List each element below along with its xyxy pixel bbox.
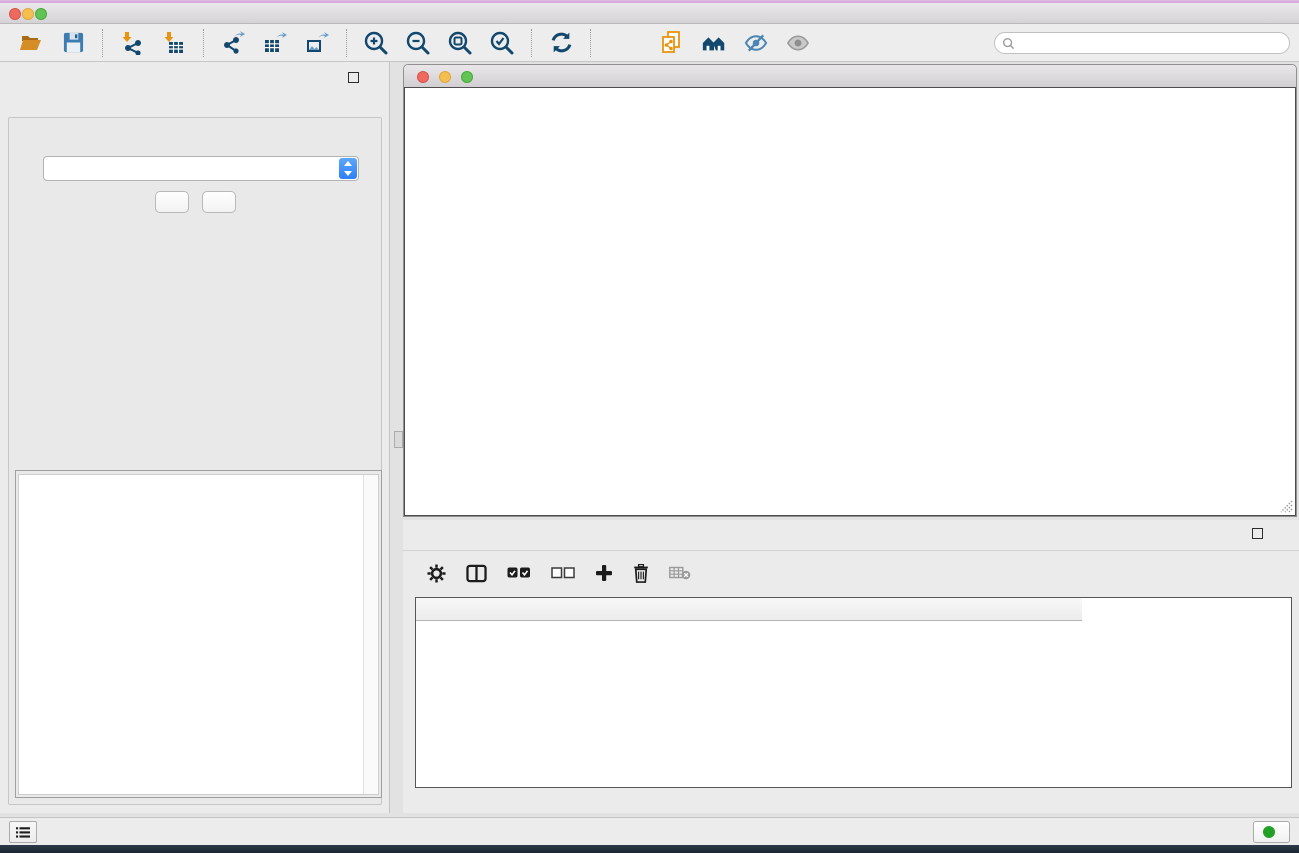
export-table-icon [263, 31, 287, 55]
eye-icon [785, 31, 811, 55]
search-icon [1002, 37, 1015, 50]
main-titlebar [0, 3, 1299, 24]
checked-boxes-icon [507, 567, 531, 579]
network-window-titlebar [404, 65, 1296, 88]
delete-table-icon [669, 566, 691, 580]
open-session-button[interactable] [18, 29, 44, 57]
unselect-all-columns-button[interactable] [551, 567, 575, 579]
zoom-out-icon [405, 30, 431, 56]
export-image-button[interactable] [304, 29, 330, 57]
refresh-layout-button[interactable] [548, 29, 574, 57]
hide-selected-button[interactable] [743, 29, 769, 57]
table-header-row [416, 598, 1082, 621]
minimize-view-button[interactable] [439, 71, 451, 83]
search-input[interactable] [1019, 34, 1289, 52]
close-window-button[interactable] [9, 8, 21, 20]
zoom-fit-icon [447, 30, 473, 56]
houses-icon [701, 31, 727, 55]
refresh-icon [549, 30, 574, 55]
search-field [994, 32, 1290, 54]
control-panel [0, 62, 390, 813]
export-network-icon [221, 31, 245, 55]
zoom-in-button[interactable] [363, 29, 389, 57]
run-mcds-button[interactable] [155, 191, 189, 213]
select-all-columns-button[interactable] [507, 567, 531, 579]
node-table [415, 597, 1292, 788]
split-table-icon [466, 564, 487, 583]
zoom-selected-button[interactable] [489, 29, 515, 57]
main-toolbar [0, 24, 1299, 62]
import-network-button[interactable] [119, 29, 145, 57]
scrollbar[interactable] [363, 475, 378, 794]
network-canvas[interactable] [404, 87, 1296, 516]
create-column-button[interactable] [595, 564, 613, 582]
plus-icon [595, 564, 613, 582]
table-panel [403, 520, 1299, 813]
toolbar-separator [203, 29, 204, 57]
import-network-icon [120, 31, 144, 55]
eye-slash-icon [743, 31, 769, 55]
task-history-button[interactable] [9, 821, 37, 843]
unchecked-boxes-icon [551, 567, 575, 579]
export-image-icon [305, 31, 329, 55]
copy-network-icon [659, 30, 685, 56]
trash-icon [633, 564, 649, 583]
delete-table-button[interactable] [669, 566, 691, 580]
resize-grip[interactable] [1280, 500, 1293, 513]
clone-network-button[interactable] [659, 29, 685, 57]
save-session-button[interactable] [60, 29, 86, 57]
close-panel-button[interactable] [202, 191, 236, 213]
divider [403, 550, 1299, 551]
show-all-button[interactable] [785, 29, 811, 57]
optimization-dropdown[interactable] [43, 156, 359, 181]
show-column-panel-button[interactable] [466, 564, 487, 583]
status-bar [0, 817, 1299, 846]
mcds-result-group [15, 470, 382, 798]
export-table-button[interactable] [262, 29, 288, 57]
minimize-window-button[interactable] [22, 8, 34, 20]
split-divider-handle[interactable] [394, 431, 403, 448]
mcds-panel [8, 117, 382, 805]
list-icon [16, 826, 30, 839]
export-network-button[interactable] [220, 29, 246, 57]
delete-column-button[interactable] [633, 564, 649, 583]
import-table-button[interactable] [161, 29, 187, 57]
first-neighbors-button[interactable] [701, 29, 727, 57]
zoom-selected-icon [489, 30, 515, 56]
memory-status-icon [1263, 826, 1275, 838]
float-table-panel-icon[interactable] [1252, 528, 1263, 539]
network-view-window [403, 64, 1297, 517]
float-panel-icon[interactable] [348, 72, 359, 83]
toolbar-separator [346, 29, 347, 57]
close-view-button[interactable] [417, 71, 429, 83]
mcds-result-list [18, 474, 379, 795]
dropdown-stepper-icon [339, 158, 357, 179]
zoom-window-button[interactable] [35, 8, 47, 20]
zoom-fit-button[interactable] [447, 29, 473, 57]
gear-icon [427, 564, 446, 583]
save-icon [62, 31, 85, 54]
memory-button[interactable] [1253, 821, 1290, 843]
toolbar-separator [531, 29, 532, 57]
open-folder-icon [19, 31, 43, 55]
zoom-in-icon [363, 30, 389, 56]
table-toolbar [417, 554, 721, 592]
table-settings-button[interactable] [427, 564, 446, 583]
toolbar-separator [590, 29, 591, 57]
app-window [0, 0, 1299, 853]
desktop-background [0, 845, 1299, 853]
toolbar-separator [102, 29, 103, 57]
zoom-view-button[interactable] [461, 71, 473, 83]
zoom-out-button[interactable] [405, 29, 431, 57]
import-table-icon [162, 31, 186, 55]
